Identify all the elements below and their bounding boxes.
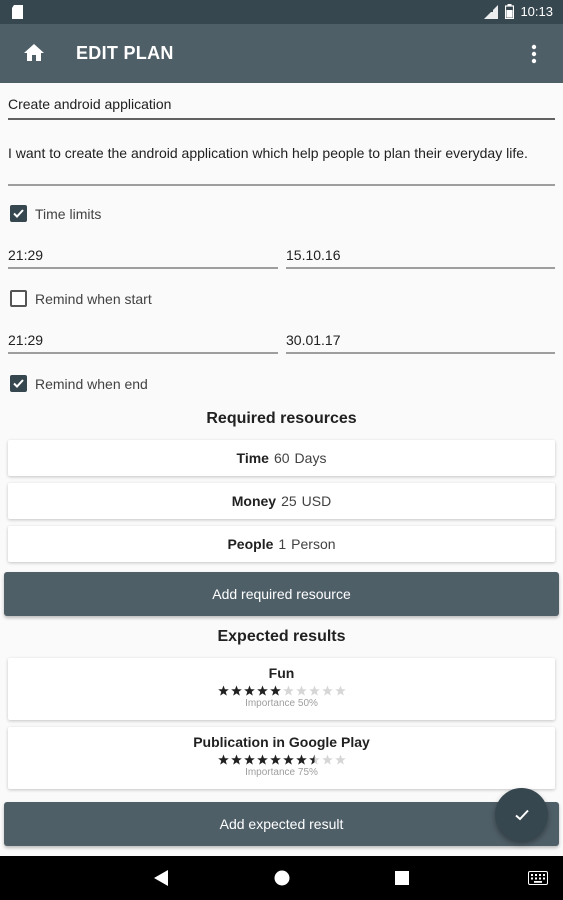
result-card[interactable]: Publication in Google Play Importance 75… (8, 727, 555, 789)
remind-end-label: Remind when end (35, 375, 148, 392)
results-title: Expected results (217, 628, 346, 645)
home-nav-icon[interactable] (274, 870, 290, 886)
home-icon[interactable] (22, 41, 46, 65)
more-vert-icon[interactable] (522, 40, 546, 68)
checkbox-checked-icon (10, 205, 27, 222)
star-filled-icon (269, 754, 281, 765)
save-fab-button[interactable] (495, 788, 548, 841)
time-limits-label: Time limits (35, 205, 102, 222)
star-empty-icon (321, 685, 333, 696)
remind-end-checkbox[interactable]: Remind when end (10, 375, 148, 392)
resource-amount: 25 (281, 493, 297, 509)
resource-unit: Person (291, 536, 336, 552)
checkbox-unchecked-icon (10, 290, 27, 307)
resource-name: People (227, 536, 274, 552)
plan-description-value: I want to create the android application… (8, 145, 528, 161)
start-time-value: 21:29 (8, 247, 44, 263)
importance-text: Importance 50% (245, 698, 318, 709)
resource-card[interactable]: Money 25 USD (8, 483, 555, 519)
result-name: Publication in Google Play (193, 734, 370, 750)
end-date-value: 30.01.17 (286, 332, 341, 348)
star-filled-icon (282, 754, 294, 765)
importance-rating[interactable] (8, 685, 555, 696)
importance-text: Importance 75% (245, 767, 318, 778)
back-icon[interactable] (154, 870, 168, 886)
star-empty-icon (334, 685, 346, 696)
add-result-button[interactable]: Add expected result (4, 802, 559, 846)
resources-title: Required resources (206, 410, 357, 427)
plan-name-field[interactable]: Create android application (8, 96, 555, 120)
page-title: EDIT PLAN (76, 43, 174, 63)
end-time-value: 21:29 (8, 332, 44, 348)
resource-unit: USD (301, 493, 332, 509)
signal-icon (484, 4, 499, 19)
start-date-field[interactable]: 15.10.16 (286, 247, 555, 269)
resource-name: Money (231, 493, 277, 509)
keyboard-icon[interactable] (528, 871, 548, 885)
plan-name-value: Create android application (8, 96, 172, 112)
checkbox-checked-icon (10, 375, 27, 392)
recents-icon[interactable] (395, 871, 409, 885)
result-card[interactable]: Fun Importance 50% (8, 658, 555, 720)
start-time-field[interactable]: 21:29 (8, 247, 278, 269)
remind-start-label: Remind when start (35, 290, 152, 307)
resource-card[interactable]: Time 60 Days (8, 440, 555, 476)
resource-card[interactable]: People 1 Person (8, 526, 555, 562)
star-filled-icon (243, 685, 255, 696)
time-limits-checkbox[interactable]: Time limits (10, 205, 101, 222)
star-filled-icon (230, 685, 242, 696)
result-name: Fun (268, 665, 295, 681)
plan-description-field[interactable]: I want to create the android application… (8, 144, 555, 186)
star-filled-icon (243, 754, 255, 765)
battery-icon (505, 4, 515, 19)
star-filled-icon (256, 685, 268, 696)
star-filled-icon (308, 754, 320, 765)
star-filled-icon (295, 754, 307, 765)
sd-card-icon (12, 5, 23, 19)
start-date-value: 15.10.16 (286, 247, 341, 263)
status-bar: 10:13 (0, 0, 563, 24)
resource-amount: 60 (273, 450, 290, 466)
check-icon (514, 809, 529, 820)
resource-unit: Days (294, 450, 327, 466)
star-filled-icon (256, 754, 268, 765)
star-filled-icon (217, 754, 229, 765)
star-empty-icon (321, 754, 333, 765)
star-filled-icon (217, 685, 229, 696)
star-filled-icon (269, 685, 281, 696)
star-filled-icon (230, 754, 242, 765)
end-time-field[interactable]: 21:29 (8, 332, 278, 354)
star-empty-icon (308, 685, 320, 696)
system-nav-bar (0, 856, 563, 900)
app-bar: EDIT PLAN (0, 24, 563, 83)
end-date-field[interactable]: 30.01.17 (286, 332, 555, 354)
resource-amount: 1 (278, 536, 287, 552)
star-empty-icon (334, 754, 346, 765)
remind-start-checkbox[interactable]: Remind when start (10, 290, 152, 307)
importance-rating[interactable] (8, 754, 555, 765)
resource-name: Time (236, 450, 269, 466)
add-resource-button[interactable]: Add required resource (4, 572, 559, 616)
clock: 10:13 (520, 4, 553, 19)
star-empty-icon (295, 685, 307, 696)
star-empty-icon (282, 685, 294, 696)
